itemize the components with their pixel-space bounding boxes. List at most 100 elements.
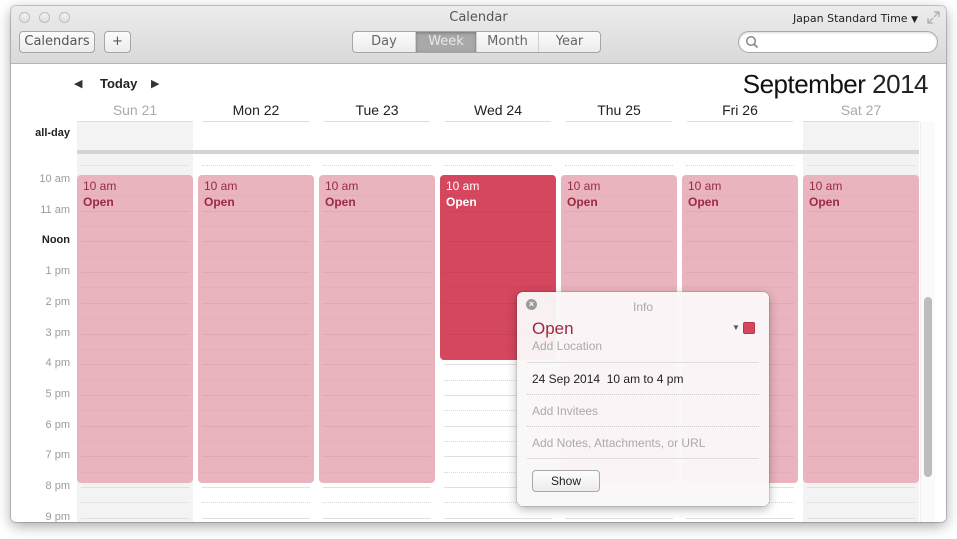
hour-label: 11 am — [40, 203, 70, 216]
hour-gridline — [202, 487, 310, 488]
hour-label: 7 pm — [45, 449, 70, 462]
previous-week-button[interactable]: ◀ — [74, 77, 82, 90]
event-time: 10 am — [567, 179, 601, 193]
event-gridline — [565, 210, 673, 212]
hour-gridline — [323, 517, 431, 519]
event-gridline — [202, 379, 310, 381]
view-switcher: Day Week Month Year — [352, 31, 601, 53]
event-gridline — [807, 456, 915, 458]
tab-year[interactable]: Year — [539, 32, 600, 52]
today-button[interactable]: Today — [100, 76, 137, 91]
half-hour-gridline — [202, 164, 310, 166]
event-gridline — [202, 210, 310, 212]
event-title: Open — [567, 195, 598, 209]
event-gridline — [565, 195, 673, 197]
show-button[interactable]: Show — [532, 470, 600, 492]
event-gridline — [323, 364, 431, 366]
event-date-time[interactable]: 24 Sep 2014 10 am to 4 pm — [532, 372, 683, 386]
event-gridline — [81, 256, 189, 258]
event-gridline — [81, 210, 189, 212]
day-header[interactable]: Mon 22 — [203, 102, 309, 122]
day-header[interactable]: Sun 21 — [77, 102, 193, 122]
calendars-button[interactable]: Calendars — [19, 31, 95, 53]
event-gridline — [565, 241, 673, 243]
divider — [527, 426, 759, 427]
event-gridline — [81, 272, 189, 274]
day-header[interactable]: Wed 24 — [445, 102, 551, 122]
event-gridline — [807, 425, 915, 427]
half-hour-gridline — [807, 502, 915, 504]
event-gridline — [686, 195, 794, 197]
event-gridline — [202, 226, 310, 228]
event-gridline — [807, 241, 915, 243]
hour-label: 9 pm — [45, 510, 70, 522]
event-block[interactable]: 10 am Open — [198, 175, 314, 483]
event-gridline — [81, 440, 189, 442]
day-header[interactable]: Thu 25 — [566, 102, 672, 122]
event-gridline — [81, 241, 189, 243]
event-gridline — [686, 256, 794, 258]
search-input[interactable] — [738, 31, 938, 53]
invitees-field[interactable]: Add Invitees — [532, 404, 598, 418]
event-gridline — [323, 241, 431, 243]
event-gridline — [565, 256, 673, 258]
timezone-selector[interactable]: Japan Standard Time ▼ — [793, 12, 918, 25]
hour-gridline — [81, 487, 189, 488]
half-hour-gridline — [81, 164, 189, 166]
event-block[interactable]: 10 am Open — [803, 175, 919, 483]
dropdown-arrow-icon: ▼ — [911, 15, 918, 25]
tab-day[interactable]: Day — [353, 32, 416, 52]
location-field[interactable]: Add Location — [532, 339, 602, 353]
next-week-button[interactable]: ▶ — [151, 77, 159, 90]
event-block[interactable]: 10 am Open — [319, 175, 435, 483]
half-hour-gridline — [323, 502, 431, 504]
hour-gridline — [686, 517, 794, 519]
notes-field[interactable]: Add Notes, Attachments, or URL — [532, 436, 705, 450]
event-time: 10 am — [688, 179, 722, 193]
event-gridline — [202, 364, 310, 366]
event-gridline — [807, 333, 915, 335]
timezone-label: Japan Standard Time — [792, 12, 908, 25]
fullscreen-icon[interactable] — [927, 11, 940, 24]
event-gridline — [807, 272, 915, 274]
event-gridline — [686, 210, 794, 212]
event-gridline — [807, 471, 915, 473]
scrollbar-thumb[interactable] — [924, 297, 932, 477]
event-gridline — [323, 425, 431, 427]
event-gridline — [202, 425, 310, 427]
event-gridline — [323, 456, 431, 458]
event-gridline — [323, 256, 431, 258]
event-gridline — [202, 471, 310, 473]
event-gridline — [323, 210, 431, 212]
event-gridline — [81, 364, 189, 366]
hour-gridline — [807, 517, 915, 519]
calendar-dropdown-icon[interactable]: ▼ — [732, 323, 740, 332]
tab-week[interactable]: Week — [416, 32, 477, 52]
half-hour-gridline — [444, 164, 552, 166]
day-header[interactable]: Sat 27 — [803, 102, 919, 122]
hour-label: Noon — [41, 234, 70, 247]
hour-label: 6 pm — [45, 418, 70, 431]
event-gridline — [202, 333, 310, 335]
day-header[interactable]: Tue 23 — [324, 102, 430, 122]
event-time: 10 am — [446, 179, 480, 193]
event-gridline — [807, 287, 915, 289]
event-gridline — [323, 318, 431, 320]
event-gridline — [81, 425, 189, 427]
half-hour-gridline — [565, 164, 673, 166]
event-gridline — [81, 379, 189, 381]
add-event-button[interactable]: + — [104, 31, 131, 53]
tab-month[interactable]: Month — [477, 32, 539, 52]
calendar-color-swatch[interactable] — [743, 322, 755, 334]
event-block[interactable]: 10 am Open — [77, 175, 193, 483]
year-label: 2014 — [872, 69, 928, 99]
event-gridline — [81, 302, 189, 304]
event-gridline — [444, 241, 552, 243]
day-header[interactable]: Fri 26 — [687, 102, 793, 122]
event-gridline — [686, 272, 794, 274]
event-gridline — [202, 272, 310, 274]
hour-label: 4 pm — [45, 357, 70, 370]
hour-label: 10 am — [39, 173, 70, 185]
event-name-field[interactable]: Open — [532, 319, 574, 339]
event-gridline — [807, 394, 915, 396]
